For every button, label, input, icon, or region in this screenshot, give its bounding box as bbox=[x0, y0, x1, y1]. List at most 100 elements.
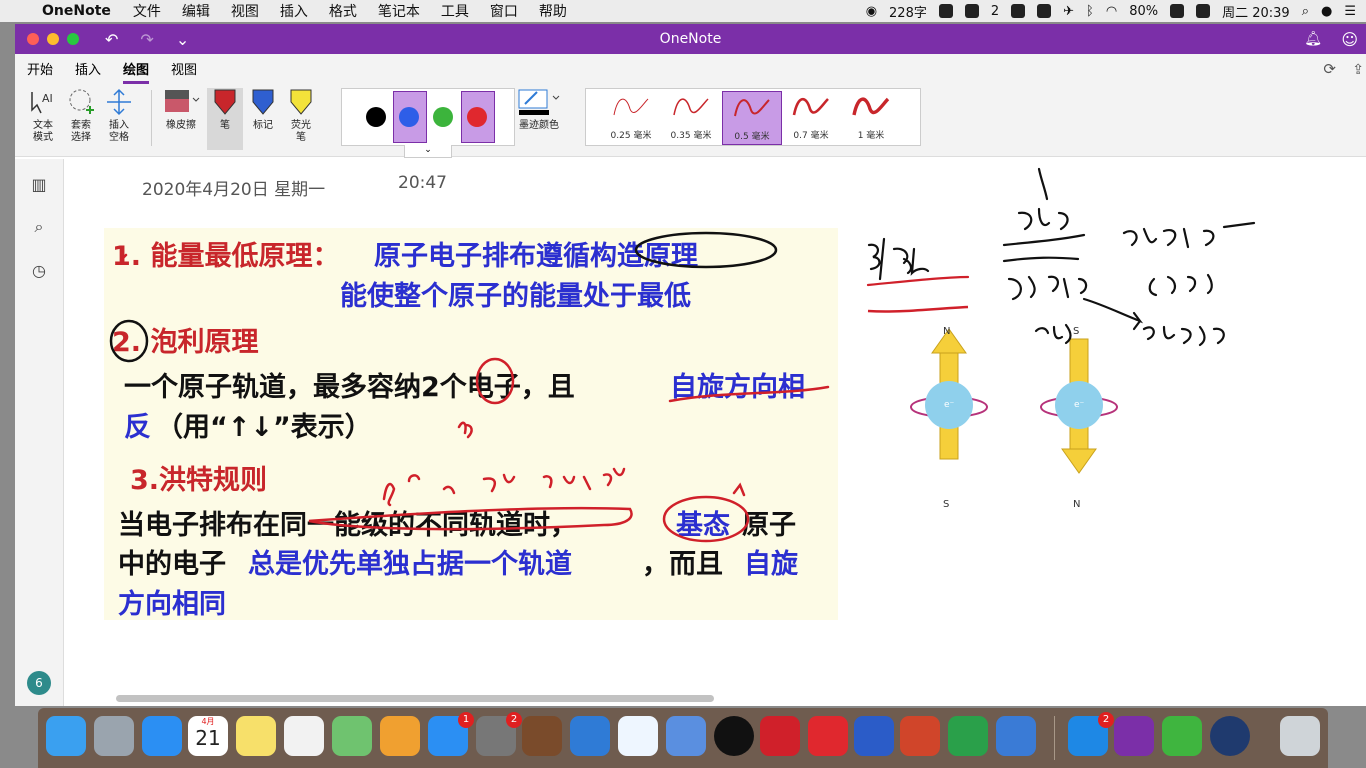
s-app-icon[interactable] bbox=[1196, 4, 1211, 18]
slide-line: 一个原子轨道，最多容纳2个电子，且 bbox=[124, 372, 575, 403]
bell-icon[interactable]: 🔔︎ bbox=[1304, 31, 1322, 47]
word-icon[interactable] bbox=[854, 716, 894, 756]
tab-draw[interactable]: 绘图 bbox=[123, 59, 150, 84]
photos-icon[interactable] bbox=[380, 716, 420, 756]
siri-icon[interactable]: ● bbox=[1321, 4, 1332, 19]
wechat-icon[interactable] bbox=[1162, 716, 1202, 756]
menu-help[interactable]: 帮助 bbox=[539, 1, 567, 21]
calibre-icon[interactable] bbox=[522, 716, 562, 756]
ink-color-icon bbox=[518, 89, 560, 115]
spin-label: N bbox=[943, 326, 951, 337]
squiggle-icon bbox=[673, 98, 709, 116]
powerpoint-icon[interactable] bbox=[900, 716, 940, 756]
marker-button[interactable]: 标记 bbox=[247, 88, 279, 132]
page-count-badge[interactable]: 6 bbox=[27, 671, 51, 695]
dingtalk-icon[interactable]: 2 bbox=[1068, 712, 1114, 756]
qq-icon[interactable] bbox=[1037, 4, 1052, 18]
safari-icon[interactable] bbox=[142, 716, 182, 756]
reminders-icon[interactable] bbox=[284, 716, 324, 756]
record-icon[interactable]: ◉ bbox=[866, 4, 877, 19]
electron-label: e⁻ bbox=[944, 400, 955, 410]
pen-button[interactable]: 笔 bbox=[207, 88, 243, 150]
menu-view[interactable]: 视图 bbox=[231, 1, 259, 21]
tab-view[interactable]: 视图 bbox=[171, 59, 197, 84]
onenote-icon[interactable] bbox=[1114, 716, 1154, 756]
highlighter-button[interactable]: 荧光 笔 bbox=[285, 88, 317, 144]
spin-label: S bbox=[1073, 326, 1080, 337]
launchpad-icon[interactable] bbox=[94, 716, 134, 756]
tab-home[interactable]: 开始 bbox=[27, 59, 53, 84]
horizontal-scrollbar[interactable] bbox=[116, 695, 714, 702]
qq-icon[interactable] bbox=[714, 716, 754, 756]
bluetooth-icon[interactable]: ᛒ bbox=[1086, 4, 1094, 19]
bird-icon[interactable]: ✈ bbox=[1063, 4, 1074, 19]
expand-colors-icon[interactable]: ⌄ bbox=[404, 145, 452, 158]
app-menu[interactable]: OneNote bbox=[42, 3, 111, 19]
notebooks-icon[interactable]: ▥ bbox=[29, 175, 49, 195]
thickness-035[interactable]: 0.35 毫米 bbox=[662, 91, 720, 143]
highlighter-icon bbox=[290, 89, 312, 115]
ink-color-button[interactable]: 墨迹颜色 bbox=[515, 88, 563, 132]
slide-image: 1. 能量最低原理： 原子电子排布遵循构造原理 能使整个原子的能量处于最低 2.… bbox=[104, 228, 838, 620]
color-black[interactable] bbox=[366, 107, 386, 127]
youdao-icon[interactable] bbox=[760, 716, 800, 756]
calendar-icon[interactable]: 4月 21 bbox=[188, 716, 228, 756]
thickness-1[interactable]: 1 毫米 bbox=[842, 91, 900, 143]
slide-line: 中的电子 bbox=[118, 549, 226, 580]
excel-icon[interactable] bbox=[948, 716, 988, 756]
thickness-05[interactable]: 0.5 毫米 bbox=[722, 91, 782, 145]
sync-icon[interactable]: ⟳ bbox=[1323, 60, 1336, 78]
system-prefs-icon[interactable]: 2 bbox=[476, 712, 522, 756]
menu-window[interactable]: 窗口 bbox=[490, 1, 518, 21]
battery-text[interactable]: 80% bbox=[1129, 4, 1158, 19]
notes-icon[interactable] bbox=[236, 716, 276, 756]
keynote-icon[interactable] bbox=[996, 716, 1036, 756]
baidu-netdisk-icon[interactable] bbox=[618, 716, 658, 756]
slide-line: 2. 泡利原理 bbox=[112, 327, 259, 358]
appstore-icon[interactable]: 1 bbox=[428, 712, 474, 756]
search-icon[interactable]: ⌕ bbox=[29, 217, 49, 237]
thickness-025[interactable]: 0.25 毫米 bbox=[602, 91, 660, 143]
color-palette: ⌄ bbox=[341, 88, 515, 158]
menu-format[interactable]: 格式 bbox=[329, 1, 357, 21]
mic-icon[interactable] bbox=[938, 4, 953, 18]
slide-line: 方向相同 bbox=[118, 589, 226, 620]
text-mode-button[interactable]: AI 文本 模式 bbox=[27, 88, 59, 144]
menu-edit[interactable]: 编辑 bbox=[182, 1, 210, 21]
pdf-icon[interactable] bbox=[808, 716, 848, 756]
pencil-app-icon[interactable] bbox=[570, 716, 610, 756]
share-icon[interactable]: ⇪ bbox=[1352, 62, 1364, 78]
recent-icon[interactable]: ◷ bbox=[29, 261, 49, 281]
note-page[interactable]: 2020年4月20日 星期一 20:47 1. 能量最低原理： 原子电子排布遵循… bbox=[64, 159, 1366, 706]
menu-notebook[interactable]: 笔记本 bbox=[378, 1, 420, 21]
eraser-button[interactable]: 橡皮擦 bbox=[161, 88, 201, 132]
battery-icon[interactable] bbox=[1170, 4, 1185, 18]
color-red[interactable] bbox=[467, 107, 487, 127]
grid-icon[interactable] bbox=[964, 4, 979, 18]
menu-insert[interactable]: 插入 bbox=[280, 1, 308, 21]
tab-insert[interactable]: 插入 bbox=[75, 59, 101, 84]
thickness-07[interactable]: 0.7 毫米 bbox=[782, 91, 840, 143]
color-blue[interactable] bbox=[399, 107, 419, 127]
control-center-icon[interactable]: ☰ bbox=[1344, 4, 1356, 19]
mail-bird-icon[interactable] bbox=[666, 716, 706, 756]
menu-file[interactable]: 文件 bbox=[133, 1, 161, 21]
notification-badge[interactable]: 2 bbox=[991, 4, 999, 19]
clock-text[interactable]: 周二 20:39 bbox=[1222, 2, 1290, 21]
ribbon-tabs: 开始 插入 绘图 视图 ⟳ ⇪ bbox=[15, 54, 1366, 84]
wechat-icon[interactable] bbox=[1011, 4, 1026, 18]
slide-line: 自旋方向相 bbox=[670, 372, 805, 403]
color-green[interactable] bbox=[433, 107, 453, 127]
wifi-icon[interactable]: ◠ bbox=[1106, 4, 1117, 19]
trash-icon[interactable] bbox=[1280, 716, 1320, 756]
finder-icon[interactable] bbox=[46, 716, 86, 756]
insert-space-button[interactable]: 插入 空格 bbox=[103, 88, 135, 144]
menu-tools[interactable]: 工具 bbox=[441, 1, 469, 21]
search-icon[interactable]: ⌕ bbox=[1302, 4, 1309, 19]
feedback-icon[interactable]: ☺ bbox=[1341, 30, 1358, 49]
quicktime-icon[interactable] bbox=[1210, 716, 1250, 756]
text-cursor-icon: AI bbox=[31, 92, 53, 114]
maps-icon[interactable] bbox=[332, 716, 372, 756]
squiggle-icon bbox=[613, 98, 649, 116]
lasso-select-button[interactable]: 套索 选择 bbox=[65, 88, 97, 144]
